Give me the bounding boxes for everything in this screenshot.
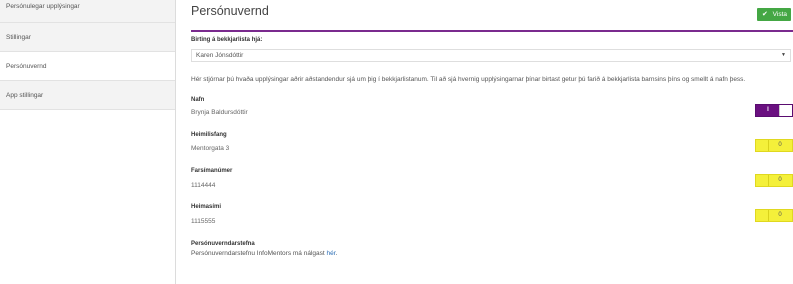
field-label-name: Nafn [191, 97, 205, 103]
visibility-selected-value: Karen Jónsdóttir [196, 52, 244, 59]
page-title: Persónuvernd [191, 4, 269, 18]
sidebar-item-privacy[interactable]: Persónuvernd [0, 52, 175, 81]
field-value-name: Brynja Baldursdóttir [191, 109, 248, 116]
privacy-policy-link[interactable]: hér [327, 250, 336, 257]
field-value-mobile: 1114444 [191, 182, 216, 189]
main-content: Persónuvernd ✔ Vista Birting á bekkjarli… [191, 0, 793, 284]
sidebar-item-personal-info[interactable]: Persónulegar upplýsingar [0, 0, 175, 23]
toggle-mobile-state: 0 [778, 177, 782, 183]
checkmark-icon: ✔ [762, 11, 768, 18]
toggle-name[interactable]: I [755, 104, 793, 117]
field-value-address: Mentorgata 3 [191, 145, 230, 152]
visibility-select[interactable]: Karen Jónsdóttir ▼ [191, 49, 791, 62]
sidebar-item-settings[interactable]: Stillingar [0, 23, 175, 52]
field-label-home-phone: Heimasími [191, 204, 222, 210]
toggle-knob [779, 105, 792, 116]
privacy-policy-text: Persónuverndarstefnu InfoMentors má nálg… [191, 250, 337, 257]
field-value-home-phone: 1115555 [191, 218, 216, 225]
toggle-home-phone[interactable]: 0 [755, 209, 793, 222]
sidebar-item-app-settings[interactable]: App stillingar [0, 81, 175, 110]
privacy-policy-heading: Persónuverndarstefna [191, 241, 255, 247]
toggle-address-state: 0 [778, 142, 782, 148]
save-button[interactable]: ✔ Vista [757, 8, 791, 21]
privacy-policy-sentence: Persónuverndarstefnu InfoMentors má nálg… [191, 250, 327, 257]
toggle-address[interactable]: 0 [755, 139, 793, 152]
privacy-policy-period: . [335, 250, 338, 257]
field-label-address: Heimilisfang [191, 132, 227, 138]
save-button-label: Vista [772, 11, 787, 18]
info-text: Hér stjórnar þú hvaða upplýsingar aðrir … [191, 76, 746, 83]
field-label-mobile: Farsímanúmer [191, 168, 233, 174]
chevron-down-icon: ▼ [781, 52, 786, 58]
sidebar: Persónulegar upplýsingar Stillingar Pers… [0, 0, 176, 284]
toggle-home-phone-state: 0 [778, 212, 782, 218]
toggle-name-state: I [767, 107, 769, 113]
toggle-mobile[interactable]: 0 [755, 174, 793, 187]
visibility-label: Birting á bekkjarlista hjá: [191, 37, 263, 43]
title-divider [191, 30, 793, 32]
